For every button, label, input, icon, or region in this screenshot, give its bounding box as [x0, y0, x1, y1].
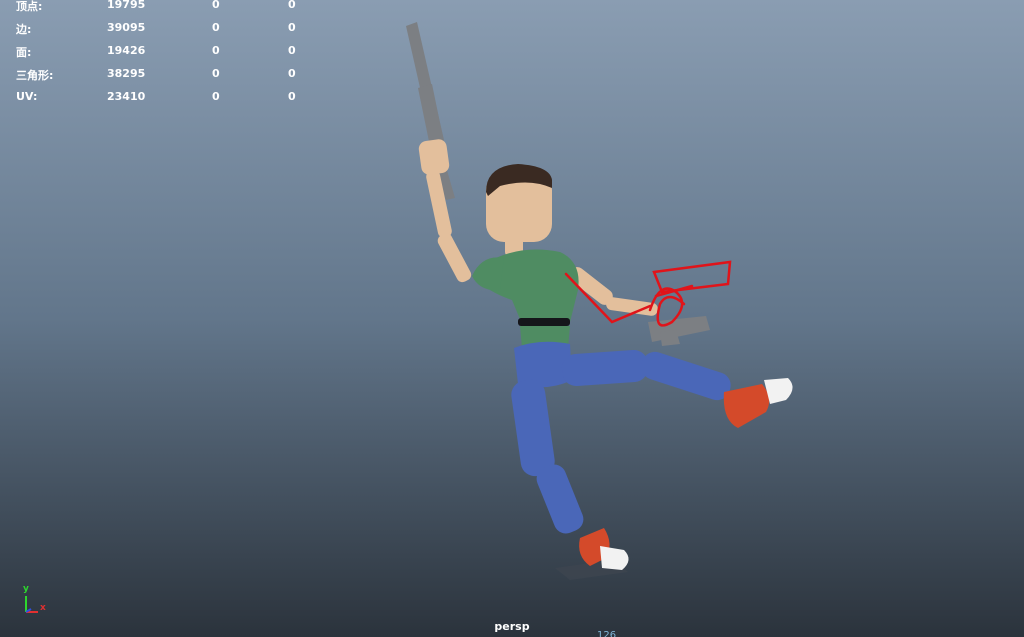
view-axis-indicator: y x [14, 584, 54, 624]
camera-name-label: persp [494, 620, 530, 633]
character-shoe-right[interactable] [723, 378, 793, 428]
character-belt [518, 318, 570, 326]
axis-gizmo-icon [25, 596, 38, 613]
character-shirt[interactable] [472, 249, 579, 327]
scene-render [406, 22, 793, 580]
axis-y-label: y [23, 584, 29, 594]
character-raised-arm[interactable] [418, 138, 473, 284]
maya-perspective-viewport[interactable]: 顶点: 19795 0 0 边: 39095 0 0 面: 19426 0 0 … [0, 0, 1024, 637]
character-pants[interactable] [509, 341, 734, 537]
axis-x-label: x [40, 603, 46, 613]
current-frame-label: 126 [597, 630, 617, 637]
character-head[interactable] [486, 164, 552, 242]
